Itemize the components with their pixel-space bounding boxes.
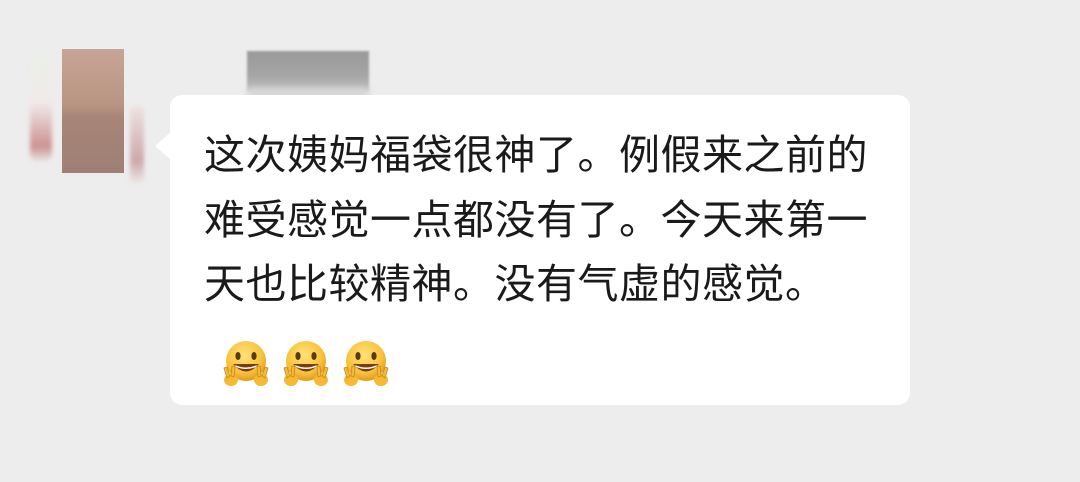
grin-peace-emoji-icon (223, 340, 269, 386)
chat-screen: 这次姨妈福袋很神了。例假来之前的难受感觉一点都没有了。今天来第一天也比较精神。没… (0, 0, 1080, 482)
grin-peace-emoji-icon (283, 340, 329, 386)
avatar[interactable] (62, 49, 124, 173)
emoji-group (218, 329, 398, 394)
message-text: 这次姨妈福袋很神了。例假来之前的难受感觉一点都没有了。今天来第一天也比较精神。没… (204, 131, 868, 308)
bubble-tail (155, 132, 171, 160)
avatar-blur-fragment (130, 105, 144, 185)
grin-peace-emoji-icon (343, 340, 389, 386)
sender-name-redacted (247, 51, 369, 91)
message-text-container: 这次姨妈福袋很神了。例假来之前的难受感觉一点都没有了。今天来第一天也比较精神。没… (204, 123, 880, 393)
message-bubble[interactable]: 这次姨妈福袋很神了。例假来之前的难受感觉一点都没有了。今天来第一天也比较精神。没… (170, 95, 910, 405)
sender-avatar-area[interactable] (30, 45, 150, 185)
avatar-blur-fragment (30, 53, 52, 163)
